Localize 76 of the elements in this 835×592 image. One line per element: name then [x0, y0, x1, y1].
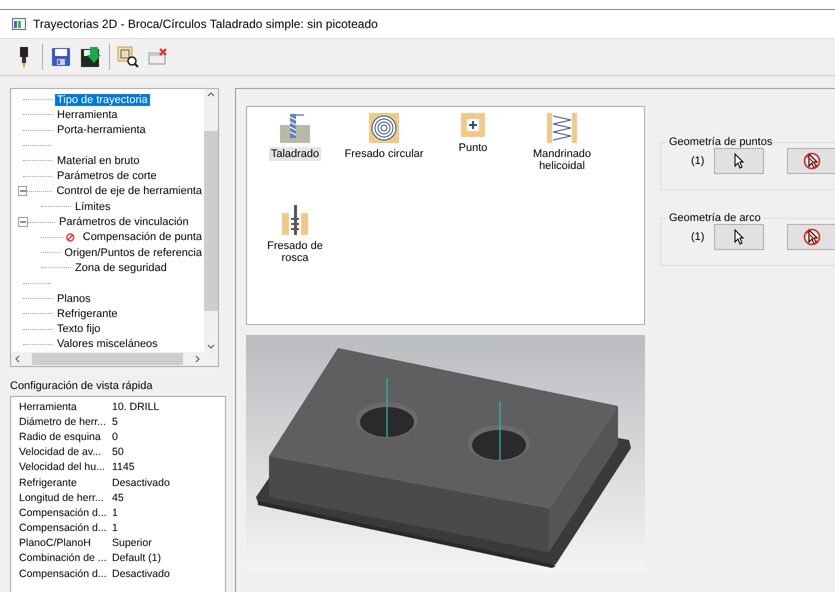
property-value: Desactivado	[112, 568, 171, 580]
tree-item[interactable]: Refrigerante	[55, 308, 120, 320]
helix-icon	[547, 113, 577, 143]
point-plus-icon	[461, 113, 485, 137]
tree-item[interactable]: Material en bruto	[55, 154, 142, 167]
property-name: Compensación d...	[19, 522, 108, 534]
property-name: Diámetro de herr...	[19, 416, 107, 428]
section-title: Configuración de vista rápida	[10, 380, 154, 392]
scroll-down-icon[interactable]	[207, 344, 215, 349]
tree-item[interactable]: Valores misceláneos	[55, 338, 160, 350]
collapse-toggle-icon[interactable]	[18, 186, 28, 196]
property-name: Longitud de herr...	[19, 492, 105, 504]
property-value: 0	[112, 430, 119, 443]
scrollbar-thumb[interactable]	[204, 130, 218, 310]
tree-item[interactable]: Compensación de punta	[80, 231, 204, 244]
tree-item[interactable]: Límites	[73, 200, 112, 213]
property-value: Desactivado	[112, 476, 171, 489]
spiral-icon	[369, 113, 399, 143]
tree-item[interactable]: Herramienta	[55, 108, 120, 121]
tree-item[interactable]: Zona de seguridad	[73, 262, 169, 274]
operation-option[interactable]: Taladrado	[268, 147, 322, 161]
cursor-prohibited-icon	[802, 151, 822, 171]
property-name: Compensación d...	[19, 506, 108, 519]
property-value: Default (1)	[112, 552, 162, 564]
scroll-right-icon[interactable]	[195, 355, 200, 363]
group-title: Geometría de arco	[668, 212, 762, 224]
save-down-arrow-icon[interactable]	[79, 44, 103, 70]
scrollbar-thumb[interactable]	[32, 353, 183, 365]
preview-magnifier-icon[interactable]	[116, 44, 140, 70]
property-name: Radio de esquina	[19, 430, 102, 443]
operation-option[interactable]: Fresado circular	[342, 147, 426, 161]
select-button[interactable]	[714, 224, 764, 250]
property-value: 45	[112, 492, 125, 504]
property-name: Velocidad del hu...	[19, 461, 106, 474]
group-title: Geometría de puntos	[668, 136, 774, 148]
tree-item[interactable]: Planos	[55, 292, 93, 304]
tree-item[interactable]: Control de eje de herramienta	[54, 185, 204, 198]
tree-item[interactable]: Porta-herramienta	[55, 124, 148, 136]
window-title: Trayectorias 2D - Broca/Círculos Taladrado simple: sin picoteado	[33, 17, 378, 31]
deselect-button[interactable]	[787, 148, 835, 174]
property-value: 1	[112, 506, 119, 519]
window-icon	[12, 18, 26, 30]
cursor-prohibited-icon	[802, 227, 822, 247]
tree-item[interactable]: Parámetros de vinculación	[57, 216, 191, 228]
tree-item[interactable]: Texto fijo	[55, 323, 102, 336]
operation-option[interactable]: Mandrinado helicoidal	[518, 147, 606, 173]
horizontal-scrollbar[interactable]	[11, 352, 204, 366]
property-value: 10. DRILL	[112, 400, 160, 413]
property-name: PlanoC/PlanoH	[19, 537, 92, 550]
operation-option[interactable]: Punto	[456, 141, 490, 155]
tree-item[interactable]: Tipo de trayectoria	[55, 94, 150, 106]
property-name: Velocidad de av...	[19, 446, 102, 458]
cursor-arrow-icon	[734, 229, 744, 245]
drill-icon	[278, 113, 312, 143]
operation-option[interactable]: Fresado de rosca	[251, 239, 339, 265]
property-name: Refrigerante	[19, 476, 78, 489]
scroll-up-icon[interactable]	[207, 92, 215, 97]
count-label: (1)	[691, 155, 704, 167]
property-name: Combinación de ...	[19, 552, 108, 564]
thread-mill-icon	[281, 205, 309, 235]
property-name: Herramienta	[19, 400, 78, 413]
property-value: 5	[112, 416, 119, 428]
tree-item[interactable]: Parámetros de corte	[55, 170, 159, 182]
property-value: Superior	[112, 537, 153, 550]
count-label: (1)	[691, 231, 704, 243]
vertical-scrollbar[interactable]	[204, 89, 218, 352]
tree-item[interactable]: Origen/Puntos de referencia	[62, 246, 204, 259]
property-value: 1	[112, 522, 119, 534]
collapse-toggle-icon[interactable]	[18, 217, 28, 228]
scroll-left-icon[interactable]	[15, 355, 20, 363]
property-value: 50	[112, 446, 125, 458]
cursor-arrow-icon	[734, 153, 744, 169]
deselect-button[interactable]	[787, 224, 835, 250]
select-button[interactable]	[714, 148, 764, 174]
property-value: 1145	[112, 461, 136, 474]
property-name: Compensación d...	[19, 568, 108, 580]
